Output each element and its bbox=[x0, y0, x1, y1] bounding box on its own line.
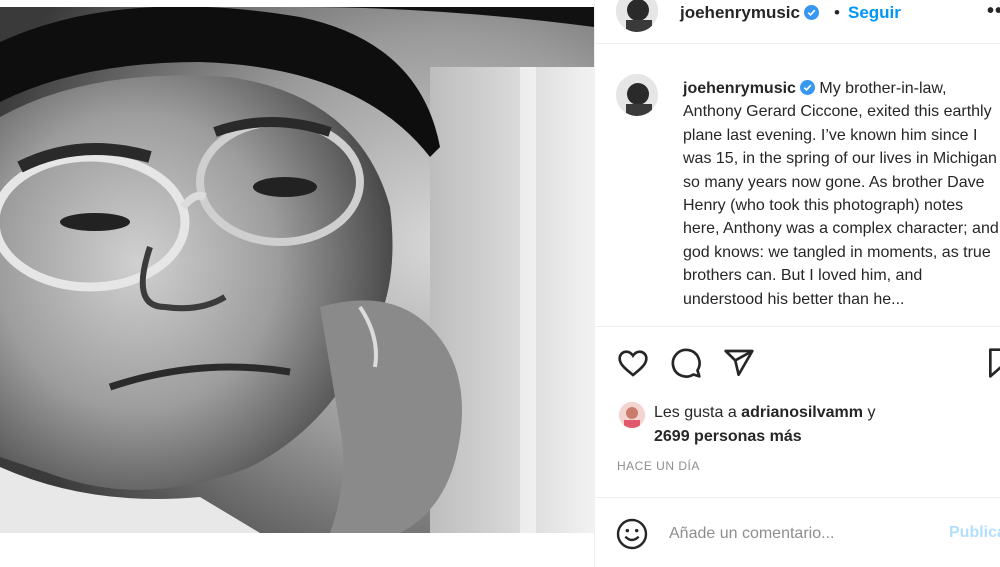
caption-author-avatar[interactable] bbox=[616, 74, 658, 116]
publish-button[interactable]: Publicar bbox=[949, 524, 1000, 542]
post-photo[interactable] bbox=[0, 7, 594, 533]
author-avatar-image bbox=[616, 0, 658, 32]
caption-body: joehenrymusic My brother-in-law, Anthony… bbox=[683, 77, 1000, 311]
likes-suffix: y bbox=[863, 404, 876, 421]
post-media bbox=[0, 0, 594, 567]
follow-button[interactable]: Seguir bbox=[848, 3, 901, 23]
smiley-icon[interactable] bbox=[616, 518, 648, 550]
caption-avatar-image bbox=[616, 74, 658, 116]
caption-section: joehenrymusic My brother-in-law, Anthony… bbox=[595, 55, 1000, 327]
verified-badge-icon bbox=[804, 5, 819, 20]
author-avatar[interactable] bbox=[616, 0, 658, 32]
header-separator: • bbox=[834, 3, 840, 22]
likes-line: Les gusta a adrianosilvamm y bbox=[654, 404, 875, 422]
comment-input[interactable] bbox=[669, 522, 939, 546]
liker-avatar-image bbox=[619, 402, 645, 428]
portrait-image bbox=[0, 7, 594, 533]
likes-prefix: Les gusta a bbox=[654, 404, 742, 421]
likes-count[interactable]: 2699 personas más bbox=[654, 428, 802, 446]
likes-section: Les gusta a adrianosilvamm y 2699 person… bbox=[595, 398, 1000, 448]
action-bar bbox=[595, 340, 1000, 386]
liker-username[interactable]: adrianosilvamm bbox=[741, 404, 863, 421]
liker-avatar[interactable] bbox=[619, 402, 645, 428]
author-username[interactable]: joehenrymusic bbox=[680, 3, 819, 23]
author-username-text[interactable]: joehenrymusic bbox=[680, 3, 800, 22]
post-panel: joehenrymusic • Seguir •• joehenrymusic … bbox=[594, 0, 1000, 567]
caption-text: My brother-in-law, Anthony Gerard Ciccon… bbox=[683, 80, 999, 308]
send-icon[interactable] bbox=[723, 347, 755, 379]
comment-bar: Publicar bbox=[595, 497, 1000, 567]
caption-username[interactable]: joehenrymusic bbox=[683, 80, 796, 97]
more-options-icon[interactable]: •• bbox=[987, 0, 1000, 23]
post-header: joehenrymusic • Seguir •• bbox=[595, 0, 1000, 44]
bookmark-icon[interactable] bbox=[985, 347, 1000, 379]
post-timestamp[interactable]: HACE UN DÍA bbox=[617, 459, 700, 473]
caption-verified-badge-icon bbox=[799, 80, 815, 95]
heart-icon[interactable] bbox=[617, 347, 649, 379]
comment-icon[interactable] bbox=[670, 347, 702, 379]
